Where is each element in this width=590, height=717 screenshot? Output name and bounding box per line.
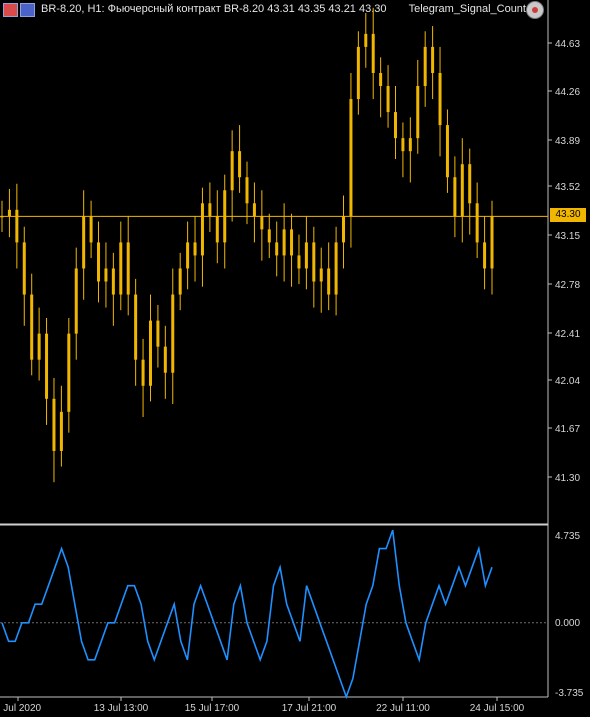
time-label: 15 Jul 17:00	[185, 703, 240, 714]
time-axis: 8 Jul 2020 13 Jul 13:00 15 Jul 17:00 17 Jul…	[0, 697, 525, 714]
candle-body	[282, 229, 286, 256]
price-axis: 44.63 44.26 43.89 43.52 43.15 42.78 42.41 42.04…	[548, 39, 580, 484]
candle-body	[0, 216, 4, 218]
price-tick-label: 43.89	[555, 136, 580, 147]
price-tick-label: 43.15	[555, 231, 580, 242]
candle-body	[193, 242, 197, 256]
candle-body	[252, 203, 256, 217]
candle-body	[7, 209, 11, 217]
indicator-tick-label: 4.735	[555, 531, 580, 542]
time-label: 8 Jul 2020	[0, 703, 42, 714]
candle-body	[371, 33, 375, 73]
price-tick-label: 42.41	[555, 329, 580, 340]
candle-body	[475, 203, 479, 243]
candle-body	[438, 72, 442, 126]
candle-body	[141, 359, 145, 386]
candle-body	[312, 242, 316, 282]
candle-body	[490, 216, 494, 269]
chart-canvas[interactable]: 44.63 44.26 43.89 43.52 43.15 42.78 42.41 42.04…	[0, 0, 590, 717]
candle-body	[163, 346, 167, 373]
candle-body	[230, 151, 234, 191]
price-tick-label: 41.67	[555, 424, 580, 435]
candle-body	[134, 294, 138, 360]
candle-body	[460, 164, 464, 217]
indicator-tick-label: -3.735	[555, 688, 584, 699]
time-label: 13 Jul 13:00	[94, 703, 149, 714]
candle-body	[238, 151, 242, 178]
candle-body	[52, 398, 56, 451]
candle-body	[342, 216, 346, 243]
candle-body	[89, 216, 93, 243]
candle-body	[245, 177, 249, 204]
candle-body	[483, 242, 487, 269]
candle-body	[319, 268, 323, 282]
candle-body	[304, 242, 308, 269]
price-tick-label: 44.63	[555, 39, 580, 50]
candle-body	[260, 216, 264, 230]
candle-body	[453, 177, 457, 217]
candle-body	[97, 242, 101, 282]
candle-body	[290, 229, 294, 256]
time-label: 24 Jul 15:00	[470, 703, 525, 714]
candle-body	[393, 112, 397, 139]
candle-body	[126, 242, 130, 295]
candle-body	[267, 229, 271, 243]
candle-body	[445, 125, 449, 178]
candle-body	[327, 268, 331, 295]
candle-body	[67, 333, 71, 412]
candle-body	[468, 164, 472, 204]
candle-body	[15, 209, 19, 243]
candle-body	[364, 33, 368, 47]
current-price-label: 43.30	[550, 208, 586, 222]
candle-body	[119, 242, 123, 295]
candle-body	[37, 333, 41, 360]
candle-body	[30, 294, 34, 360]
candle-body	[104, 268, 108, 282]
candle-body	[416, 86, 420, 139]
price-tick-label: 41.30	[555, 473, 580, 484]
candle-body	[275, 242, 279, 256]
candle-body	[82, 216, 86, 269]
time-label: 22 Jul 11:00	[376, 703, 430, 714]
indicator-line	[1, 529, 493, 700]
candle-body	[156, 320, 160, 347]
price-tick-label: 42.78	[555, 280, 580, 291]
indicator-tick-label: 0.000	[555, 618, 580, 629]
candle-body	[349, 99, 353, 217]
candle-body	[297, 255, 301, 269]
candle-body	[379, 72, 383, 87]
candle-body	[111, 268, 115, 295]
price-candles	[0, 7, 494, 483]
candle-body	[22, 242, 26, 295]
candle-body	[223, 190, 227, 243]
candle-body	[171, 294, 175, 373]
candle-body	[148, 320, 152, 386]
candle-body	[186, 242, 190, 269]
price-tick-label: 42.04	[555, 376, 580, 387]
candle-body	[431, 46, 435, 73]
candle-body	[334, 242, 338, 295]
candle-body	[423, 46, 427, 87]
candle-body	[386, 86, 390, 113]
time-label: 17 Jul 21:00	[282, 703, 337, 714]
candle-body	[59, 411, 63, 451]
candle-body	[215, 216, 219, 243]
candle-body	[45, 333, 49, 399]
price-tick-label: 43.52	[555, 182, 580, 193]
candle-body	[208, 203, 212, 217]
indicator-axis: 4.735 0.000 -3.735	[555, 531, 584, 699]
price-tick-label: 44.26	[555, 87, 580, 98]
candle-body	[74, 268, 78, 334]
candle-body	[408, 138, 412, 152]
candle-body	[178, 268, 182, 295]
candle-body	[401, 138, 405, 152]
candle-body	[200, 203, 204, 256]
candle-body	[356, 46, 360, 100]
